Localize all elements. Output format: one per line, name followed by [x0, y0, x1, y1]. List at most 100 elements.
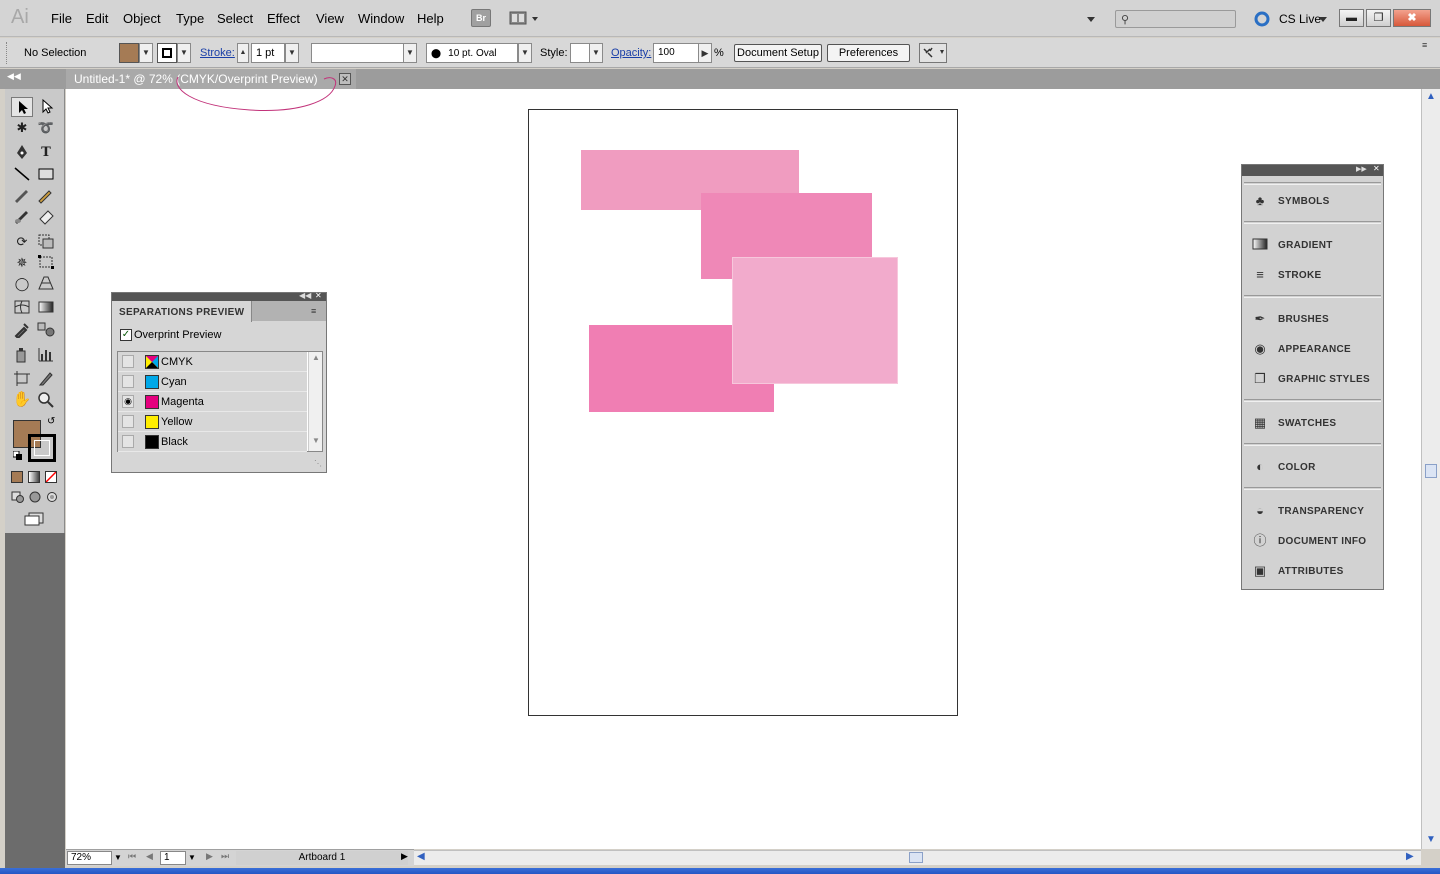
- list-item[interactable]: CMYK: [118, 352, 307, 372]
- draw-behind-button[interactable]: [28, 491, 42, 503]
- visibility-toggle[interactable]: [122, 415, 134, 428]
- first-artboard-icon[interactable]: ⏮: [128, 851, 136, 862]
- pencil-tool[interactable]: [35, 186, 57, 206]
- dock-item-attributes[interactable]: ▣ ATTRIBUTES: [1242, 556, 1383, 586]
- stroke-color-dropdown[interactable]: ▼: [177, 43, 191, 63]
- draw-normal-button[interactable]: [11, 491, 25, 503]
- scroll-up-icon[interactable]: ▲: [312, 353, 320, 362]
- draw-inside-button[interactable]: [45, 491, 59, 503]
- status-menu-icon[interactable]: ▶: [401, 851, 408, 862]
- opacity-slider-toggle[interactable]: ▶: [698, 43, 712, 63]
- panel-menu-options-button[interactable]: [919, 43, 947, 63]
- list-item[interactable]: ◉ Magenta: [118, 392, 307, 412]
- symbol-sprayer-tool[interactable]: [11, 345, 33, 365]
- bridge-button[interactable]: Br: [471, 9, 491, 27]
- rotate-tool[interactable]: ⟳: [11, 232, 33, 252]
- close-panel-icon[interactable]: ✕: [315, 291, 322, 300]
- rectangle-tool[interactable]: [35, 165, 57, 185]
- shape-builder-tool[interactable]: ◯: [11, 274, 33, 294]
- opacity-input[interactable]: 100: [653, 43, 699, 63]
- panel-menu-icon[interactable]: ≡: [311, 306, 316, 316]
- zoom-tool[interactable]: [35, 390, 57, 410]
- collapse-tools-icon[interactable]: ◀◀: [7, 71, 21, 82]
- control-panel-menu-icon[interactable]: ≡: [1422, 40, 1427, 50]
- stroke-swatch[interactable]: [157, 43, 177, 63]
- menu-window[interactable]: Window: [358, 11, 404, 26]
- brush-dropdown[interactable]: ▼: [518, 43, 532, 63]
- vertical-scroll-thumb[interactable]: [1425, 464, 1437, 478]
- collapse-panel-icon[interactable]: ◀◀: [299, 291, 311, 300]
- gradient-tool[interactable]: [35, 298, 57, 318]
- visibility-toggle[interactable]: [122, 435, 134, 448]
- menu-edit[interactable]: Edit: [86, 11, 108, 26]
- panel-header[interactable]: ◀◀ ✕: [112, 291, 326, 301]
- menu-effect[interactable]: Effect: [267, 11, 300, 26]
- resize-grip-icon[interactable]: ⋱: [314, 459, 322, 468]
- selection-tool[interactable]: [11, 97, 33, 117]
- zoom-input[interactable]: 72%: [67, 851, 112, 865]
- dock-item-brushes[interactable]: ✒ BRUSHES: [1242, 304, 1383, 334]
- horizontal-scrollbar[interactable]: ◀ ▶: [414, 850, 1421, 865]
- paintbrush-tool[interactable]: [11, 186, 33, 206]
- width-tool[interactable]: ✵: [11, 253, 33, 273]
- line-segment-tool[interactable]: [11, 165, 33, 185]
- magic-wand-tool[interactable]: ✱: [11, 118, 33, 138]
- menu-help[interactable]: Help: [417, 11, 444, 26]
- stroke-label[interactable]: Stroke:: [200, 47, 235, 59]
- stroke-color-box[interactable]: [28, 434, 56, 462]
- scale-tool[interactable]: [35, 232, 57, 252]
- list-item[interactable]: Cyan: [118, 372, 307, 392]
- scroll-left-icon[interactable]: ◀: [417, 851, 425, 862]
- dock-item-swatches[interactable]: ▦ SWATCHES: [1242, 408, 1383, 438]
- dock-header[interactable]: ▶▶ ✕: [1242, 164, 1383, 176]
- arrange-documents-button[interactable]: [508, 10, 538, 26]
- close-window-button[interactable]: ✖: [1393, 9, 1431, 27]
- stroke-weight-input[interactable]: 1 pt: [251, 43, 285, 63]
- eyedropper-tool[interactable]: [11, 320, 33, 340]
- overprint-preview-checkbox[interactable]: ✓: [120, 329, 132, 341]
- dock-item-gradient[interactable]: GRADIENT: [1242, 230, 1383, 260]
- minimize-button[interactable]: ▬: [1339, 9, 1364, 27]
- none-mode-button[interactable]: [45, 471, 57, 483]
- artboard-number-input[interactable]: 1: [160, 851, 186, 865]
- color-mode-button[interactable]: [11, 471, 23, 483]
- dock-item-color[interactable]: ◐ COLOR: [1242, 452, 1383, 482]
- pen-tool[interactable]: [11, 143, 33, 163]
- graphic-style-swatch[interactable]: [570, 43, 590, 63]
- list-item[interactable]: Yellow: [118, 412, 307, 432]
- dock-item-stroke[interactable]: ≡ STROKE: [1242, 260, 1383, 290]
- visibility-toggle[interactable]: ◉: [122, 395, 134, 408]
- perspective-grid-tool[interactable]: [35, 274, 57, 294]
- stroke-weight-dropdown[interactable]: ▼: [285, 43, 299, 63]
- opacity-label[interactable]: Opacity:: [611, 47, 651, 59]
- free-transform-tool[interactable]: [35, 253, 57, 273]
- dock-item-appearance[interactable]: ◉ APPEARANCE: [1242, 334, 1383, 364]
- document-setup-button[interactable]: Document Setup: [734, 44, 822, 62]
- menu-file[interactable]: File: [51, 11, 72, 26]
- stroke-weight-stepper[interactable]: ▲: [237, 43, 249, 63]
- tab-separations-preview[interactable]: SEPARATIONS PREVIEW: [112, 301, 252, 322]
- brush-definition[interactable]: ⬤ 10 pt. Oval: [426, 43, 518, 63]
- previous-artboard-icon[interactable]: ◀: [146, 851, 153, 862]
- visibility-toggle[interactable]: [122, 355, 134, 368]
- status-display[interactable]: Artboard 1: [236, 851, 408, 865]
- swap-fill-stroke-icon[interactable]: ↺: [47, 416, 55, 427]
- list-item[interactable]: Black: [118, 432, 307, 452]
- scroll-right-icon[interactable]: ▶: [1406, 851, 1414, 862]
- last-artboard-icon[interactable]: ⏭: [221, 851, 229, 862]
- scroll-up-icon[interactable]: ▲: [1426, 91, 1436, 102]
- horizontal-scroll-thumb[interactable]: [909, 852, 923, 863]
- lasso-tool[interactable]: ➰: [35, 118, 57, 138]
- screen-mode-button[interactable]: [23, 512, 47, 526]
- scroll-down-icon[interactable]: ▼: [312, 436, 320, 445]
- eraser-tool[interactable]: [35, 207, 57, 227]
- next-artboard-icon[interactable]: ▶: [206, 851, 213, 862]
- vertical-scrollbar[interactable]: ▲ ▼: [1421, 89, 1440, 849]
- restore-button[interactable]: ❐: [1366, 9, 1391, 27]
- column-graph-tool[interactable]: [35, 345, 57, 365]
- menu-view[interactable]: View: [316, 11, 344, 26]
- zoom-dropdown[interactable]: ▼: [112, 851, 124, 865]
- cs-live-button[interactable]: CS Live: [1252, 9, 1327, 27]
- blob-brush-tool[interactable]: [11, 207, 33, 227]
- type-tool[interactable]: T: [35, 143, 57, 163]
